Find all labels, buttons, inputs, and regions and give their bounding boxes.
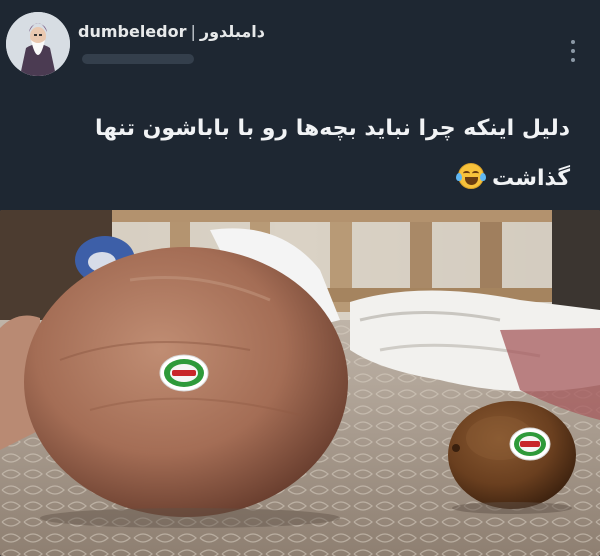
more-options-button[interactable] bbox=[570, 40, 576, 62]
sticker-on-head bbox=[159, 354, 209, 392]
avatar[interactable] bbox=[6, 12, 70, 76]
more-vertical-dot bbox=[571, 58, 575, 62]
author-handle-redacted bbox=[82, 54, 194, 64]
sticker-on-kiwi bbox=[509, 427, 551, 461]
tweet-header: dumbeledor | دامبلدور bbox=[0, 0, 600, 90]
baby-head-kiwi-photo bbox=[0, 210, 600, 556]
tweet-text: دلیل اینکه چرا نباید بچه‌ها رو با باباشو… bbox=[30, 104, 570, 204]
more-vertical-icon bbox=[571, 40, 575, 44]
author-name-latin: dumbeledor bbox=[78, 22, 187, 41]
avatar-image bbox=[6, 12, 70, 76]
laughing-tears-emoji-icon bbox=[456, 163, 487, 189]
tweet-photo[interactable] bbox=[0, 210, 600, 556]
tweet-text-body: دلیل اینکه چرا نباید بچه‌ها رو با باباشو… bbox=[94, 116, 570, 191]
author-name-persian: دامبلدور bbox=[199, 22, 265, 41]
author-name-separator: | bbox=[190, 22, 196, 41]
more-vertical-dot bbox=[571, 49, 575, 53]
author-name[interactable]: dumbeledor | دامبلدور bbox=[78, 22, 265, 41]
tweet-card: dumbeledor | دامبلدور دلیل اینکه چرا نبا… bbox=[0, 0, 600, 556]
